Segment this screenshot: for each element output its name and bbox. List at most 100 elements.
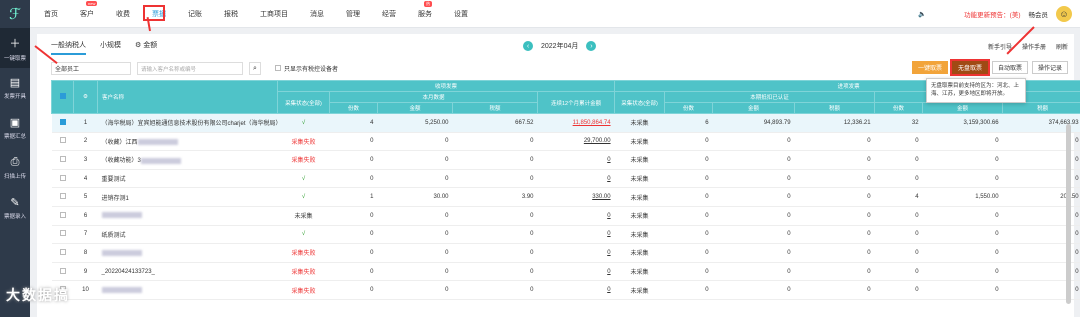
account-label[interactable]: 畅会员 bbox=[1029, 9, 1049, 19]
table-row[interactable]: 3（收藏功能）3采集失败0000未采集000000▤ bbox=[51, 150, 1080, 170]
rolling-total[interactable]: 0 bbox=[607, 250, 610, 256]
table-row[interactable]: 1 （海华税局）宜宾旭能通信息技术股份有限公司charjet（海华税局） √ 4 5,2… bbox=[51, 113, 1080, 133]
table-row[interactable]: 7纸质测试√0000未采集000000▤ bbox=[51, 225, 1080, 245]
row-checkbox[interactable] bbox=[59, 137, 66, 144]
row-checkbox[interactable] bbox=[59, 230, 66, 237]
tab-general-taxpayer[interactable]: 一般纳税人 bbox=[51, 40, 86, 55]
sidebar-item-4[interactable]: ✎ 票据录入 bbox=[0, 188, 30, 228]
row-number: 2 bbox=[83, 138, 88, 145]
rolling-total[interactable]: 11,850,864.74 bbox=[573, 120, 611, 126]
row-checkbox[interactable] bbox=[59, 211, 66, 218]
row-checkbox[interactable] bbox=[59, 267, 66, 274]
table-row[interactable]: 6未采集0000未采集000000▤ bbox=[51, 206, 1080, 226]
next-month-button[interactable]: › bbox=[586, 41, 597, 51]
nav-item-11[interactable]: 设置 bbox=[454, 9, 468, 19]
amount: 0 bbox=[787, 231, 791, 238]
table-cell bbox=[51, 132, 74, 152]
sidebar-item-1[interactable]: ▤ 发票开具 bbox=[0, 68, 30, 108]
search-input[interactable]: 请输入客户名称或编号 bbox=[137, 62, 243, 75]
rolling-total[interactable]: 29,700.00 bbox=[584, 138, 611, 144]
nav-item-label: 服务 bbox=[418, 10, 432, 18]
speaker-icon[interactable]: 🔈 bbox=[918, 10, 926, 18]
settings-icon[interactable]: ⚙ bbox=[73, 80, 98, 114]
table-row[interactable]: 9_20220424133723_采集失败0000未采集000000▤ bbox=[51, 262, 1080, 282]
sidebar-item-2[interactable]: ▣ 票据汇总 bbox=[0, 108, 30, 148]
nav-item-0[interactable]: 首页 bbox=[44, 9, 58, 19]
scrollbar[interactable] bbox=[1066, 124, 1071, 304]
table-cell: 4 bbox=[329, 113, 378, 133]
table-row[interactable]: 2（收藏）江西采集失败00029,700.00未采集000000▤ bbox=[51, 132, 1080, 152]
table-row[interactable]: 4重要测试√0000未采集000000▤ bbox=[51, 169, 1080, 189]
nav-item-7[interactable]: 消息 bbox=[310, 9, 324, 19]
refresh-link[interactable]: 刷新 bbox=[1056, 42, 1068, 51]
nav-badge: 热 bbox=[424, 0, 432, 7]
rolling-total[interactable]: 0 bbox=[607, 176, 610, 182]
printer-icon: ⎙ bbox=[10, 156, 20, 168]
rolling-total[interactable]: 0 bbox=[607, 157, 610, 163]
rolling-total[interactable]: 0 bbox=[607, 231, 610, 237]
count: 0 bbox=[705, 212, 709, 219]
sub-header-8: 税额 bbox=[1002, 102, 1080, 114]
table-cell: 7 bbox=[73, 225, 98, 245]
sidebar-item-label: 一键取票 bbox=[3, 55, 26, 62]
nav-item-10[interactable]: 服务热 bbox=[418, 0, 432, 19]
sidebar-item-0[interactable]: ＋ 一键取票 bbox=[0, 28, 30, 68]
row-checkbox[interactable] bbox=[59, 155, 66, 162]
row-checkbox[interactable] bbox=[59, 193, 66, 200]
count: 0 bbox=[915, 212, 919, 219]
nav-item-4[interactable]: 记账 bbox=[188, 9, 202, 19]
sub-header-7: 金额 bbox=[922, 102, 1004, 114]
tab-small-scale[interactable]: 小规模 bbox=[100, 40, 121, 55]
amount: 0 bbox=[995, 156, 999, 163]
status-output: 采集失败 bbox=[291, 139, 316, 146]
only-device-checkbox[interactable] bbox=[275, 65, 281, 71]
nav-item-label: 记账 bbox=[188, 10, 202, 18]
nav-item-1[interactable]: 客户 new bbox=[80, 0, 98, 19]
row-checkbox[interactable] bbox=[59, 174, 66, 181]
sidebar-item-3[interactable]: ⎙ 扫描上传 bbox=[0, 148, 30, 188]
status-filter-2[interactable]: 采集状态(全部) bbox=[614, 91, 666, 114]
table-cell: 32 bbox=[874, 113, 923, 133]
tab-amount[interactable]: ⚙ 金额 bbox=[135, 40, 157, 55]
staff-select[interactable]: 全部员工 bbox=[51, 62, 131, 75]
redacted-text bbox=[101, 286, 142, 293]
table-cell: 0 bbox=[537, 280, 615, 300]
rolling-total[interactable]: 0 bbox=[607, 269, 610, 275]
update-notice[interactable]: 功能更新预告：(美) bbox=[964, 9, 1020, 19]
table-row[interactable]: 10采集失败0000未采集000000▤ bbox=[51, 280, 1080, 300]
diskless-fetch-button[interactable]: 无盘取票 bbox=[949, 59, 990, 76]
status-filter-1[interactable]: 采集状态(全部) bbox=[277, 91, 330, 114]
nav-item-2[interactable]: 收费 bbox=[116, 9, 130, 19]
rolling-total[interactable]: 0 bbox=[607, 213, 610, 219]
table-cell: 0 bbox=[922, 225, 1003, 245]
amount: 0 bbox=[445, 287, 449, 294]
table-row[interactable]: 8采集失败0000未采集000000▤ bbox=[51, 243, 1080, 263]
auto-fetch-button[interactable]: 自动取票 bbox=[991, 61, 1028, 74]
amount: 0 bbox=[445, 175, 449, 182]
nav-item-9[interactable]: 经营 bbox=[382, 9, 396, 19]
table-cell: 重要测试 bbox=[97, 169, 278, 189]
amount: 0 bbox=[445, 249, 449, 256]
nav-item-6[interactable]: 工商项目 bbox=[260, 9, 288, 19]
amount: 3,159,300.66 bbox=[963, 119, 999, 126]
row-checkbox[interactable] bbox=[59, 118, 66, 125]
customer-name: _20220424133723_ bbox=[101, 268, 155, 275]
table-row[interactable]: 5进销存测1√130.003.90330.00未采集00041,550.0020… bbox=[51, 187, 1080, 207]
table-cell: 0 bbox=[794, 187, 875, 207]
prev-month-button[interactable]: ‹ bbox=[523, 41, 533, 51]
operation-log-button[interactable]: 操作记录 bbox=[1031, 61, 1068, 74]
select-all-header[interactable] bbox=[51, 80, 74, 114]
invoice-table: ⚙ 客户名称 收项发票 进项发票 操作 采集状态(全部) 本月数据 连续12个月… bbox=[51, 80, 1080, 300]
search-icon[interactable]: ⌕ bbox=[249, 62, 261, 75]
one-click-fetch-button[interactable]: 一键取票 bbox=[911, 61, 948, 74]
avatar[interactable]: ☺ bbox=[1056, 6, 1072, 22]
nav-item-5[interactable]: 报税 bbox=[224, 9, 238, 19]
row-checkbox[interactable] bbox=[59, 248, 66, 255]
count: 0 bbox=[705, 138, 709, 145]
rolling-total[interactable]: 330.00 bbox=[592, 194, 610, 200]
rolling-total[interactable]: 0 bbox=[607, 287, 610, 293]
nav-item-8[interactable]: 管理 bbox=[346, 9, 360, 19]
manual-link[interactable]: 操作手册 bbox=[1022, 42, 1046, 51]
table-cell: 0 bbox=[452, 132, 538, 152]
amount: 30.00 bbox=[433, 194, 449, 201]
